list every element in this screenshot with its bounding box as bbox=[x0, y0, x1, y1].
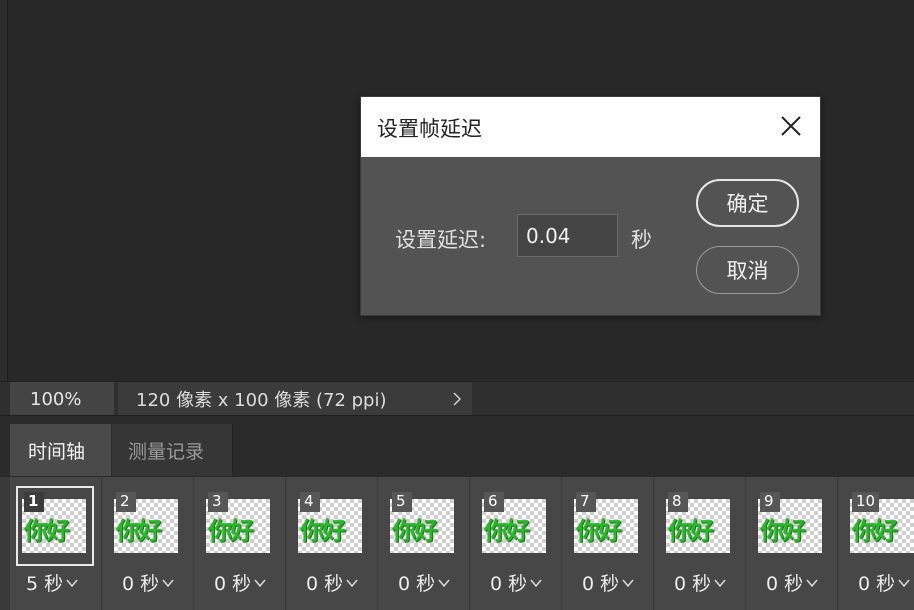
chevron-right-icon[interactable] bbox=[452, 391, 462, 407]
chevron-down-icon bbox=[346, 579, 358, 587]
frame-cell[interactable]: 2 你好 0 秒 bbox=[102, 477, 194, 610]
frame-thumbnail-text: 你好 bbox=[116, 517, 162, 545]
frame-delay-dropdown[interactable]: 0 秒 bbox=[490, 569, 543, 596]
frame-cell[interactable]: 1 你好 5 秒 bbox=[10, 477, 102, 610]
frame-thumbnail-text: 你好 bbox=[852, 517, 898, 545]
ok-button[interactable]: 确定 bbox=[696, 179, 799, 227]
frame-cell[interactable]: 6 你好 0 秒 bbox=[470, 477, 562, 610]
frame-thumbnail-text: 你好 bbox=[392, 517, 438, 545]
frame-number: 1 bbox=[24, 492, 44, 512]
frame-delay-label: 0 秒 bbox=[582, 573, 620, 595]
frame-thumbnail-text: 你好 bbox=[576, 517, 622, 545]
tab-timeline[interactable]: 时间轴 bbox=[10, 424, 111, 477]
delay-label: 设置延迟: bbox=[395, 228, 487, 252]
frame-delay-dropdown[interactable]: 0 秒 bbox=[306, 569, 359, 596]
frame-thumbnail-text: 你好 bbox=[484, 517, 530, 545]
document-info[interactable]: 120 像素 x 100 像素 (72 ppi) bbox=[118, 382, 472, 416]
delay-input[interactable] bbox=[517, 214, 618, 257]
frame-thumbnail-text: 你好 bbox=[24, 517, 70, 545]
frame-delay-label: 0 秒 bbox=[858, 573, 896, 595]
frame-cell[interactable]: 10 你好 0 秒 bbox=[838, 477, 914, 610]
document-info-text: 120 像素 x 100 像素 (72 ppi) bbox=[136, 390, 387, 411]
frame-number: 2 bbox=[116, 492, 136, 512]
left-edge-panel bbox=[0, 0, 8, 420]
frame-delay-label: 0 秒 bbox=[122, 573, 160, 595]
frame-delay-dropdown[interactable]: 0 秒 bbox=[398, 569, 451, 596]
frame-delay-label: 0 秒 bbox=[674, 573, 712, 595]
frame-number: 8 bbox=[668, 492, 688, 512]
photoshop-window: 设置帧延迟 设置延迟: 秒 确定 取消 100% 120 像素 x 100 像素… bbox=[0, 0, 914, 610]
chevron-down-icon bbox=[714, 579, 726, 587]
zoom-level[interactable]: 100% bbox=[10, 382, 114, 416]
frame-thumbnail-text: 你好 bbox=[208, 517, 254, 545]
chevron-down-icon bbox=[806, 579, 818, 587]
cancel-button[interactable]: 取消 bbox=[696, 246, 799, 294]
frame-cell[interactable]: 3 你好 0 秒 bbox=[194, 477, 286, 610]
frame-number: 10 bbox=[852, 492, 880, 512]
frame-thumbnail-text: 你好 bbox=[760, 517, 806, 545]
frame-cell[interactable]: 8 你好 0 秒 bbox=[654, 477, 746, 610]
frame-delay-dropdown[interactable]: 0 秒 bbox=[214, 569, 267, 596]
frame-delay-dropdown[interactable]: 0 秒 bbox=[582, 569, 635, 596]
frame-thumbnail-text: 你好 bbox=[668, 517, 714, 545]
frame-delay-dropdown[interactable]: 5 秒 bbox=[26, 569, 79, 596]
frame-number: 6 bbox=[484, 492, 504, 512]
frame-delay-dropdown[interactable]: 0 秒 bbox=[766, 569, 819, 596]
frame-delay-dropdown[interactable]: 0 秒 bbox=[122, 569, 175, 596]
frame-cell[interactable]: 5 你好 0 秒 bbox=[378, 477, 470, 610]
frame-number: 7 bbox=[576, 492, 596, 512]
frame-cell[interactable]: 9 你好 0 秒 bbox=[746, 477, 838, 610]
frame-delay-label: 0 秒 bbox=[306, 573, 344, 595]
frame-delay-label: 0 秒 bbox=[214, 573, 252, 595]
frame-delay-dropdown[interactable]: 0 秒 bbox=[858, 569, 911, 596]
dialog-body: 设置延迟: 秒 确定 取消 bbox=[361, 157, 820, 315]
timeline-frames: 1 你好 5 秒 2 你好 0 秒 3 你好 0 秒 4 你好 0 秒 5 你好 0 秒 6 你好 0 秒 7 你好 0… bbox=[0, 476, 914, 610]
frames-gutter bbox=[0, 477, 10, 610]
chevron-down-icon bbox=[898, 579, 910, 587]
frame-delay-label: 0 秒 bbox=[398, 573, 436, 595]
frame-delay-label: 5 秒 bbox=[26, 573, 64, 595]
frame-delay-label: 0 秒 bbox=[766, 573, 804, 595]
frame-cell[interactable]: 4 你好 0 秒 bbox=[286, 477, 378, 610]
close-icon[interactable] bbox=[778, 113, 804, 139]
chevron-down-icon bbox=[530, 579, 542, 587]
frame-cell[interactable]: 7 你好 0 秒 bbox=[562, 477, 654, 610]
frame-number: 9 bbox=[760, 492, 780, 512]
panel-tabs: 时间轴 测量记录 bbox=[0, 415, 914, 477]
unit-label: 秒 bbox=[631, 228, 652, 252]
chevron-down-icon bbox=[254, 579, 266, 587]
frame-number: 4 bbox=[300, 492, 320, 512]
dialog-title: 设置帧延迟 bbox=[377, 117, 482, 141]
frame-number: 5 bbox=[392, 492, 412, 512]
chevron-down-icon bbox=[438, 579, 450, 587]
dialog-titlebar: 设置帧延迟 bbox=[361, 97, 820, 157]
chevron-down-icon bbox=[66, 579, 78, 587]
frame-number: 3 bbox=[208, 492, 228, 512]
tab-measurement-log[interactable]: 测量记录 bbox=[112, 424, 233, 477]
frame-delay-dropdown[interactable]: 0 秒 bbox=[674, 569, 727, 596]
chevron-down-icon bbox=[622, 579, 634, 587]
set-frame-delay-dialog: 设置帧延迟 设置延迟: 秒 确定 取消 bbox=[360, 96, 821, 316]
frame-delay-label: 0 秒 bbox=[490, 573, 528, 595]
frame-thumbnail-text: 你好 bbox=[300, 517, 346, 545]
status-bar: 100% 120 像素 x 100 像素 (72 ppi) bbox=[0, 381, 914, 416]
chevron-down-icon bbox=[162, 579, 174, 587]
